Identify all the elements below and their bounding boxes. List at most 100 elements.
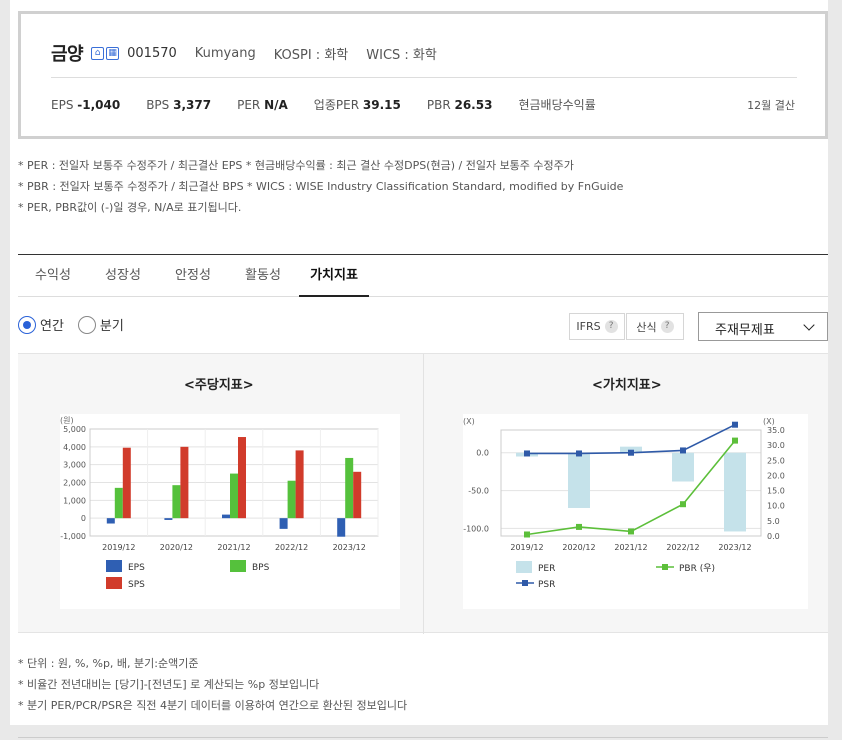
bar-sps	[295, 450, 304, 519]
tab-bar: 수익성 성장성 안정성 활동성 가치지표	[18, 256, 828, 297]
x-tick-label: 2023/12	[718, 543, 751, 552]
bar-bps	[345, 457, 354, 519]
stat-dividend-yield: 현금배당수익률	[518, 98, 596, 112]
tab-profitability[interactable]: 수익성	[18, 256, 88, 297]
point-pbr	[524, 531, 530, 538]
radio-quarter-label[interactable]: 분기	[100, 315, 124, 334]
x-tick-label: 2019/12	[510, 543, 543, 552]
stat-bps: BPS 3,377	[146, 97, 212, 112]
bar-bps	[230, 473, 238, 519]
point-psr	[576, 450, 582, 457]
help-icon[interactable]: ?	[604, 320, 618, 333]
legend-swatch	[516, 561, 532, 573]
notes-top: * PER : 전일자 보통주 수정주가 / 최근결산 EPS * 현금배당수익…	[18, 155, 623, 218]
radio-annual[interactable]	[18, 315, 36, 334]
period-selector: 연간 분기	[18, 315, 124, 334]
help-icon[interactable]: ?	[660, 320, 674, 333]
point-psr	[628, 449, 634, 456]
tab-activity[interactable]: 활동성	[228, 256, 298, 297]
y-tick-label: 0	[81, 514, 86, 523]
radio-quarter[interactable]	[77, 315, 96, 334]
bar-eps	[279, 518, 288, 529]
bar-eps	[164, 518, 173, 520]
notes-bottom: * 단위 : 원, %, %p, 배, 분기:순액기준 * 비율간 전년대비는 …	[18, 653, 407, 716]
ifrs-button[interactable]: IFRS?	[569, 313, 625, 340]
note-line: * 비율간 전년대비는 [당기]-[전년도] 로 계산되는 %p 정보입니다	[18, 678, 320, 691]
page-footer-strip	[0, 725, 842, 740]
note-line: * PER, PBR값이 (-)일 경우, N/A로 표기됩니다.	[18, 201, 242, 214]
y-tick-label-left: -100.0	[463, 524, 489, 533]
point-pbr	[628, 528, 634, 535]
stat-per: PER N/A	[237, 97, 288, 112]
tab-stability[interactable]: 안정성	[158, 256, 228, 297]
corp-header: 금양 ⌂ ▦ 001570 Kumyang KOSPI : 화학 WICS : …	[18, 11, 828, 139]
y-tick-label-right: 20.0	[767, 471, 785, 480]
radio-annual-label[interactable]: 연간	[40, 315, 64, 334]
note-line: * PER : 전일자 보통주 수정주가 / 최근결산 EPS * 현금배당수익…	[18, 159, 574, 172]
y-tick-label-right: 5.0	[767, 517, 780, 526]
y-tick-label: 3,000	[63, 461, 86, 470]
chevron-down-icon	[803, 319, 815, 331]
ifrs-label: IFRS	[576, 320, 601, 333]
legend-label: EPS	[128, 563, 145, 573]
y-tick-label: 2,000	[63, 479, 86, 488]
note-line: * 분기 PER/PCR/PSR은 직전 4분기 데이터를 이용하여 연간으로 …	[18, 699, 408, 712]
stat-industry-per: 업종PER 39.15	[313, 98, 401, 112]
unit-label-right: (X)	[763, 417, 775, 426]
legend-swatch	[106, 560, 122, 572]
point-psr	[732, 421, 738, 428]
bar-sps	[238, 437, 246, 519]
legend-label: BPS	[252, 563, 270, 573]
legend-swatch	[230, 560, 246, 572]
corp-wics: WICS : 화학	[366, 47, 437, 63]
bar-eps	[106, 518, 115, 524]
point-psr	[524, 450, 530, 457]
corp-market: KOSPI : 화학	[273, 47, 349, 63]
x-tick-label: 2020/12	[562, 543, 595, 552]
legend-label: PBR (우)	[679, 563, 715, 574]
statement-select[interactable]: 주재무제표	[698, 312, 828, 341]
building-icon[interactable]: ▦	[106, 46, 120, 60]
chart-area: <주당지표> <가치지표> 5,000 4,000 3,000 2,000 1,000 0…	[18, 353, 828, 634]
y-tick-label-left: 0.0	[476, 449, 489, 458]
note-line: * 단위 : 원, %, %p, 배, 분기:순액기준	[18, 657, 199, 670]
bar-sps	[180, 446, 189, 519]
point-psr	[680, 447, 686, 454]
tab-value[interactable]: 가치지표	[299, 256, 369, 297]
statement-select-value: 주재무제표	[715, 323, 775, 338]
x-tick-label: 2020/12	[160, 543, 193, 552]
y-tick-label-right: 30.0	[767, 441, 785, 450]
bar-sps	[122, 447, 131, 519]
corp-eng-name: Kumyang	[194, 45, 256, 61]
unit-label-left: (X)	[463, 417, 475, 426]
settle-month: 12월 결산	[747, 99, 795, 112]
y-tick-label-left: -50.0	[468, 487, 489, 496]
legend-label: PER	[538, 564, 555, 574]
bar-eps	[222, 514, 230, 519]
section-divider	[18, 254, 828, 255]
value-chart: (X) (X) 0.0 -50.0 -100.0 35.0 30.0 25.0 20.0 15.0…	[463, 414, 808, 609]
bar-bps	[114, 487, 123, 519]
bar-bps	[172, 485, 181, 519]
y-tick-label: -1,000	[60, 532, 86, 541]
legend-label: SPS	[128, 580, 145, 590]
x-tick-label: 2022/12	[666, 543, 699, 552]
stat-eps: EPS -1,040	[51, 97, 121, 112]
bar-bps	[287, 480, 296, 519]
corp-stats: EPS -1,040 BPS 3,377 PER N/A 업종PER 39.15…	[51, 96, 622, 113]
unit-label: (원)	[60, 416, 74, 425]
bar-per	[672, 452, 694, 482]
tab-growth[interactable]: 성장성	[88, 256, 158, 297]
home-icon[interactable]: ⌂	[91, 46, 105, 60]
legend-label: PSR	[538, 580, 555, 590]
formula-button[interactable]: 산식?	[626, 313, 684, 340]
note-line: * PBR : 전일자 보통주 수정주가 / 최근결산 BPS * WICS :…	[18, 180, 624, 193]
bar-per	[724, 452, 746, 532]
legend-swatch	[662, 564, 668, 570]
y-tick-label-right: 15.0	[767, 487, 785, 496]
x-tick-label: 2021/12	[217, 543, 250, 552]
point-pbr	[680, 501, 686, 508]
corp-title: 금양 ⌂ ▦ 001570 Kumyang KOSPI : 화학 WICS : …	[51, 40, 455, 66]
y-tick-label: 5,000	[63, 425, 86, 434]
point-pbr	[732, 437, 738, 444]
